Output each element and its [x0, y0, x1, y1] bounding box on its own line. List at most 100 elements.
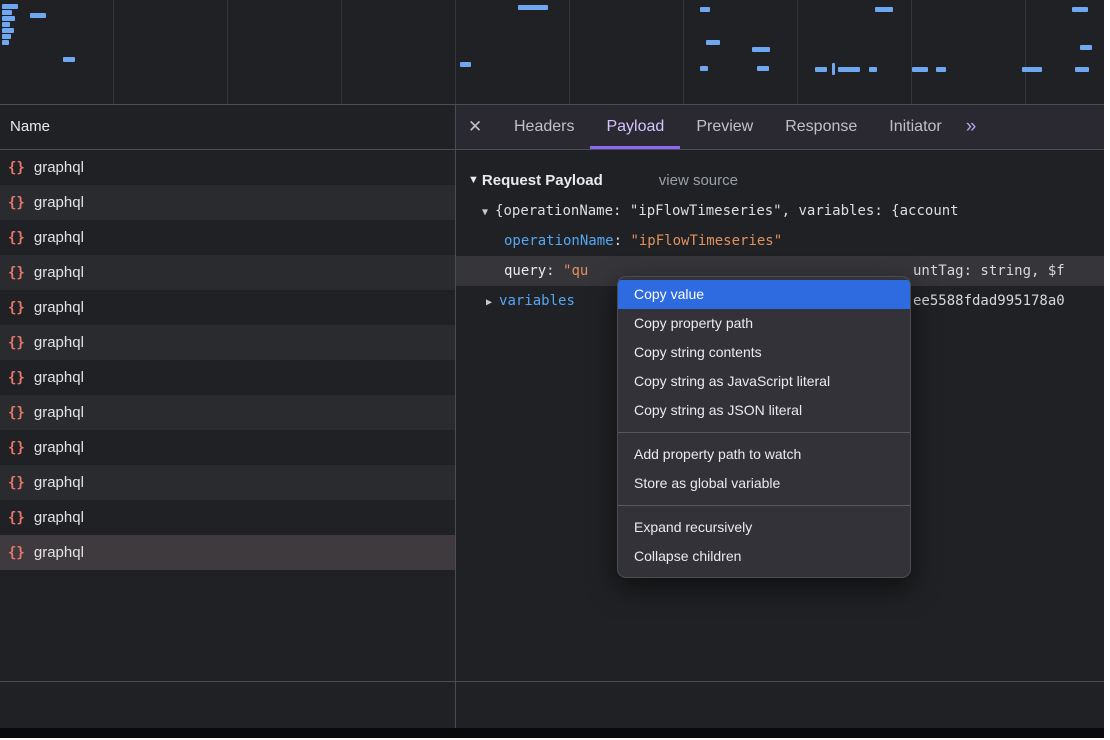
tab[interactable]: Preview: [680, 105, 769, 149]
request-timing-bar: [1022, 67, 1042, 72]
tabs: Headers Payload Preview Response Initiat…: [498, 105, 958, 149]
request-payload-title: Request Payload: [482, 172, 603, 189]
context-menu-item[interactable]: Copy string as JavaScript literal: [618, 367, 910, 396]
collapsed-triangle-icon[interactable]: ▶: [486, 297, 492, 308]
details-tabbar: ✕ Headers Payload Preview Response Initi…: [456, 105, 1104, 150]
request-timing-bar: [752, 47, 770, 52]
request-timing-bar: [1080, 45, 1092, 50]
request-name: graphql: [34, 439, 84, 456]
section-collapse-triangle-icon[interactable]: ▼: [468, 174, 479, 186]
tab-label: Response: [785, 118, 857, 136]
json-braces-icon: {}: [8, 545, 25, 561]
expand-triangle-icon[interactable]: ▼: [482, 207, 488, 218]
json-braces-icon: {}: [8, 440, 25, 456]
json-braces-icon: {}: [8, 265, 25, 281]
request-timing-bar: [518, 5, 548, 10]
request-payload-section-header: ▼ Request Payload view source: [468, 164, 1104, 196]
request-timing-bar: [815, 67, 827, 72]
context-menu-item[interactable]: Copy property path: [618, 309, 910, 338]
request-row[interactable]: {} graphql: [0, 465, 455, 500]
request-row[interactable]: {} graphql: [0, 395, 455, 430]
request-row[interactable]: {} graphql: [0, 535, 455, 570]
context-menu-item[interactable]: Copy value: [618, 280, 910, 309]
request-name: graphql: [34, 474, 84, 491]
request-row[interactable]: {} graphql: [0, 255, 455, 290]
menu-separator: [618, 432, 910, 433]
context-menu-item[interactable]: Add property path to watch: [618, 440, 910, 469]
network-main: Name {} graphql {} graphql {} graphql {}…: [0, 105, 1104, 738]
request-name: graphql: [34, 229, 84, 246]
request-name: graphql: [34, 194, 84, 211]
request-timing-bar: [838, 67, 860, 72]
request-row[interactable]: {} graphql: [0, 150, 455, 185]
json-braces-icon: {}: [8, 230, 25, 246]
more-tabs-icon[interactable]: »: [966, 116, 977, 138]
request-timing-bar: [757, 66, 769, 71]
context-menu-item[interactable]: Store as global variable: [618, 469, 910, 498]
request-name: graphql: [34, 509, 84, 526]
request-timing-bar: [2, 16, 15, 21]
view-source-link[interactable]: view source: [659, 172, 738, 189]
request-timing-bar: [2, 10, 12, 15]
context-menu: Copy valueCopy property pathCopy string …: [617, 276, 911, 578]
request-timing-bar: [2, 28, 14, 33]
json-braces-icon: {}: [8, 195, 25, 211]
property-value: "ipFlowTimeseries": [630, 233, 782, 249]
request-row[interactable]: {} graphql: [0, 325, 455, 360]
tab[interactable]: Initiator: [873, 105, 957, 149]
name-column-header[interactable]: Name: [0, 105, 455, 150]
context-menu-item[interactable]: Expand recursively: [618, 513, 910, 542]
tab[interactable]: Payload: [590, 105, 680, 149]
request-timing-bar: [2, 40, 9, 45]
root-object-preview: {operationName: "ipFlowTimeseries", vari…: [495, 203, 959, 219]
request-name: graphql: [34, 334, 84, 351]
window-bottom-edge: [0, 728, 1104, 738]
context-menu-item[interactable]: Copy string contents: [618, 338, 910, 367]
close-icon[interactable]: ✕: [468, 117, 498, 137]
request-timing-bar: [832, 63, 835, 75]
tab-label: Headers: [514, 118, 574, 136]
property-key: variables: [499, 293, 575, 309]
menu-separator: [618, 505, 910, 506]
request-row[interactable]: {} graphql: [0, 185, 455, 220]
request-name: graphql: [34, 159, 84, 176]
request-timing-bar: [936, 67, 946, 72]
request-row[interactable]: {} graphql: [0, 430, 455, 465]
request-timing-bar: [30, 13, 46, 18]
property-value-fragment: ee5588fdad995178a0: [913, 286, 1065, 316]
json-braces-icon: {}: [8, 510, 25, 526]
request-name: graphql: [34, 369, 84, 386]
request-row[interactable]: {} graphql: [0, 290, 455, 325]
devtools-window: Name {} graphql {} graphql {} graphql {}…: [0, 0, 1104, 738]
tab-label: Payload: [606, 118, 664, 136]
request-name: graphql: [34, 264, 84, 281]
context-menu-item[interactable]: Collapse children: [618, 542, 910, 571]
context-menu-item[interactable]: Copy string as JSON literal: [618, 396, 910, 425]
request-timing-bar: [912, 67, 928, 72]
network-overview[interactable]: [0, 0, 1104, 105]
request-name: graphql: [34, 404, 84, 421]
panel-divider[interactable]: [0, 681, 1104, 682]
request-row[interactable]: {} graphql: [0, 220, 455, 255]
json-braces-icon: {}: [8, 160, 25, 176]
request-timing-bar: [700, 66, 708, 71]
tab[interactable]: Headers: [498, 105, 590, 149]
json-braces-icon: {}: [8, 405, 25, 421]
json-braces-icon: {}: [8, 335, 25, 351]
request-row[interactable]: {} graphql: [0, 500, 455, 535]
request-timing-bar: [1075, 67, 1089, 72]
json-braces-icon: {}: [8, 475, 25, 491]
tree-row-operation-name[interactable]: operationName: "ipFlowTimeseries": [456, 226, 1104, 256]
tab-label: Preview: [696, 118, 753, 136]
requests-panel: Name {} graphql {} graphql {} graphql {}…: [0, 105, 456, 738]
request-timing-bar: [2, 22, 10, 27]
property-value-fragment: untTag: string, $f: [913, 256, 1065, 286]
request-timing-bar: [2, 34, 11, 39]
request-timing-bar: [706, 40, 720, 45]
request-timing-bar: [63, 57, 75, 62]
request-timing-bar: [460, 62, 471, 67]
tree-row-root[interactable]: ▼ {operationName: "ipFlowTimeseries", var…: [456, 196, 1104, 226]
tab[interactable]: Response: [769, 105, 873, 149]
request-row[interactable]: {} graphql: [0, 360, 455, 395]
property-key: operationName: [504, 233, 614, 249]
